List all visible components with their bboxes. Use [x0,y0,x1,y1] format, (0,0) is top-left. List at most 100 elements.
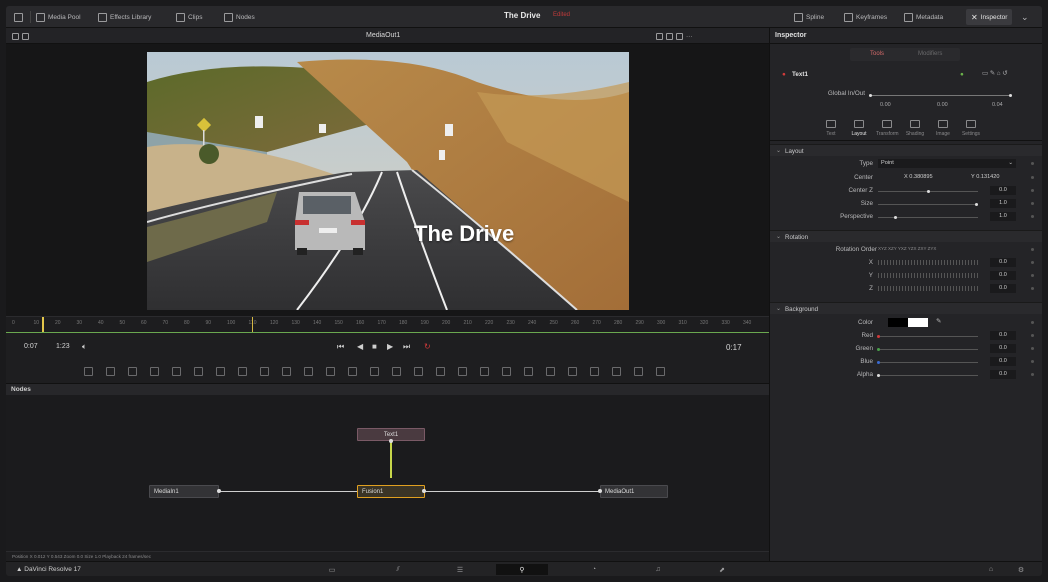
rotation-x-keyframe[interactable] [1031,261,1034,264]
paint-tool-icon[interactable] [106,367,115,376]
perspective-knob[interactable] [894,216,897,219]
alpha-slider[interactable] [878,375,978,376]
size-knob[interactable] [975,203,978,206]
centerz-keyframe[interactable] [1031,189,1034,192]
eyedropper-icon[interactable]: ✎ [936,318,941,325]
rotation-z-keyframe[interactable] [1031,287,1034,290]
alpha-value[interactable]: 0.0 [990,370,1016,379]
page-edit[interactable]: ☰ [434,564,486,575]
alpha-knob[interactable] [877,374,880,377]
type-keyframe[interactable] [1031,162,1034,165]
particles-tool-icon[interactable] [392,367,401,376]
center-keyframe[interactable] [1031,176,1034,179]
green-value[interactable]: 0.0 [990,344,1016,353]
play-reverse-button[interactable]: ◀︎ [357,342,363,351]
centerz-knob[interactable] [927,190,930,193]
viewer-options-button[interactable] [12,30,29,42]
page-fairlight[interactable]: ♫ [632,564,684,575]
global-in-value[interactable]: 0.00 [880,102,891,108]
blur-tool-icon[interactable] [282,367,291,376]
timeline-ruler[interactable]: 0102030405060708090100110120130140150160… [6,316,769,333]
rotation-order-keyframe[interactable] [1031,248,1034,251]
subtab-settings[interactable]: Settings [960,120,982,137]
go-to-start-button[interactable]: ⏮︎ [337,342,344,352]
blue-knob[interactable] [877,361,880,364]
in-marker[interactable] [252,317,253,333]
global-mid-value[interactable]: 0.00 [937,102,948,108]
node-editor[interactable]: Text1 MediaIn1 Fusion1 MediaOut1 [6,395,769,551]
global-out-value[interactable]: 0.04 [992,102,1003,108]
green-keyframe[interactable] [1031,347,1034,350]
rotation-z-dial[interactable] [878,286,978,291]
channel-booleans-tool-icon[interactable] [348,367,357,376]
inspector-button[interactable]: ✕ Inspector [966,9,1013,25]
tracker-tool-icon[interactable] [590,367,599,376]
go-to-end-button[interactable]: ⏭︎ [403,342,410,352]
rotation-x-dial[interactable] [878,260,978,265]
duration-time[interactable]: 1:23 [56,343,70,350]
page-cut[interactable]: ⫽ [372,564,424,575]
viewer-zoom-controls[interactable]: ··· [656,30,693,42]
global-in-handle[interactable] [869,94,872,97]
clips-button[interactable]: Clips [176,11,202,23]
settings-button[interactable]: ⚙︎ [1011,564,1031,575]
matte-control-tool-icon[interactable] [370,367,379,376]
mediain-output-port[interactable] [217,489,221,493]
page-color[interactable]: ◔ [568,564,620,575]
transform-node[interactable]: Fusion1 [357,485,425,498]
renderer-3d-tool-icon[interactable] [480,367,489,376]
nodes-button[interactable]: Nodes [224,11,255,23]
node-enable-icon[interactable]: ● [960,71,964,78]
resize-tool-icon[interactable] [326,367,335,376]
perspective-keyframe[interactable] [1031,215,1034,218]
size-value[interactable]: 1.0 [990,199,1016,208]
loader-tool-icon[interactable] [656,367,665,376]
subtab-text[interactable]: Text [820,120,842,137]
text-tool-icon[interactable] [128,367,137,376]
current-time[interactable]: 0:07 [24,343,38,350]
rotation-y-keyframe[interactable] [1031,274,1034,277]
media-out-node[interactable]: MediaOut1 [600,485,668,498]
center-x-value[interactable]: X 0.380895 [904,174,933,180]
rotation-y-dial[interactable] [878,273,978,278]
camera-3d-tool-icon[interactable] [436,367,445,376]
background-section[interactable]: ⌄ Background [770,302,1042,314]
tab-tools[interactable]: Tools [870,51,884,57]
bspline-tool-icon[interactable] [172,367,181,376]
global-out-handle[interactable] [1009,94,1012,97]
transform-output-port[interactable] [422,489,426,493]
home-button[interactable]: ⌂ [981,564,1001,575]
background-tool-icon[interactable] [84,367,93,376]
color-swatch[interactable] [888,318,928,327]
text-3d-tool-icon[interactable] [524,367,533,376]
subtab-transform[interactable]: Transform [876,120,899,137]
merge-tool-icon[interactable] [238,367,247,376]
text-output-port[interactable] [389,439,393,443]
page-fusion[interactable]: ⚲ [496,564,548,575]
spline-button[interactable]: Spline [794,11,824,23]
subtab-layout[interactable]: Layout [848,120,870,137]
red-slider[interactable] [878,336,978,337]
end-time[interactable]: 0:17 [726,343,742,352]
light-tool-icon[interactable] [458,367,467,376]
color-corrector-tool-icon[interactable] [304,367,313,376]
layout-section[interactable]: ⌄ Layout [770,144,1042,156]
blue-value[interactable]: 0.0 [990,357,1016,366]
center-y-value[interactable]: Y 0.131420 [971,174,1000,180]
green-knob[interactable] [877,348,880,351]
workspace-button[interactable] [14,11,23,23]
red-keyframe[interactable] [1031,334,1034,337]
size-slider[interactable] [878,204,978,205]
playhead[interactable] [42,317,44,333]
rotation-section[interactable]: ⌄ Rotation [770,230,1042,242]
page-media[interactable]: ▭ [306,564,358,575]
merge-3d-tool-icon[interactable] [502,367,511,376]
stop-button[interactable]: ■ [372,342,377,351]
rotation-z-value[interactable]: 0.0 [990,284,1016,293]
type-select[interactable]: Point ⌄ [878,159,1016,168]
media-pool-button[interactable]: Media Pool [36,11,81,23]
loop-button[interactable]: ↻ [424,342,431,351]
shape-3d-tool-icon[interactable] [414,367,423,376]
image-plane-tool-icon[interactable] [546,367,555,376]
play-button[interactable]: ▶︎ [387,342,393,351]
